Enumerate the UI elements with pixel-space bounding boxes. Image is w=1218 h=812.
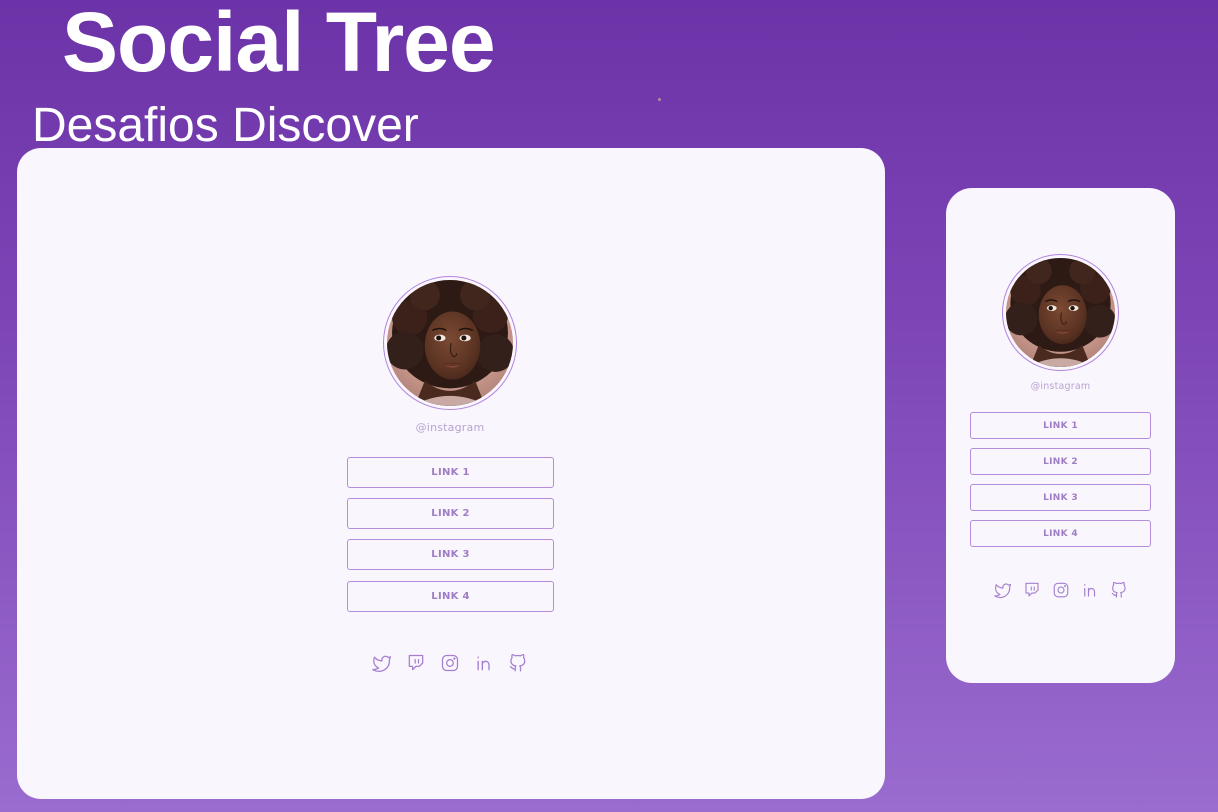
decorative-dot: [658, 98, 661, 101]
profile-handle[interactable]: @instagram: [347, 421, 553, 434]
link-4-button[interactable]: LINK 4: [970, 520, 1151, 547]
desktop-preview-card: @instagram LINK 1 LINK 2 LINK 3 LINK 4: [17, 148, 885, 799]
github-icon[interactable]: [1110, 581, 1128, 599]
linkedin-icon[interactable]: [1081, 581, 1099, 599]
instagram-icon[interactable]: [1052, 581, 1070, 599]
mobile-preview-card: @instagram LINK 1 LINK 2 LINK 3 LINK 4: [946, 188, 1175, 683]
social-links: [990, 581, 1132, 599]
link-1-button[interactable]: LINK 1: [347, 457, 554, 488]
twitch-icon[interactable]: [1023, 581, 1041, 599]
link-3-button[interactable]: LINK 3: [347, 539, 554, 570]
twitter-icon[interactable]: [372, 653, 392, 673]
page-subtitle: Desafios Discover: [32, 99, 419, 152]
twitter-icon[interactable]: [994, 581, 1012, 599]
avatar: [383, 276, 517, 410]
profile-handle[interactable]: @instagram: [970, 381, 1151, 392]
linkedin-icon[interactable]: [474, 653, 494, 673]
link-2-button[interactable]: LINK 2: [347, 498, 554, 529]
avatar-photo: [1006, 258, 1115, 367]
instagram-icon[interactable]: [440, 653, 460, 673]
avatar: [1002, 254, 1119, 371]
social-links: [365, 653, 535, 673]
avatar-photo: [387, 280, 513, 406]
link-4-button[interactable]: LINK 4: [347, 581, 554, 612]
link-2-button[interactable]: LINK 2: [970, 448, 1151, 475]
link-3-button[interactable]: LINK 3: [970, 484, 1151, 511]
link-1-button[interactable]: LINK 1: [970, 412, 1151, 439]
github-icon[interactable]: [508, 653, 528, 673]
twitch-icon[interactable]: [406, 653, 426, 673]
page-title: Social Tree: [62, 0, 496, 89]
